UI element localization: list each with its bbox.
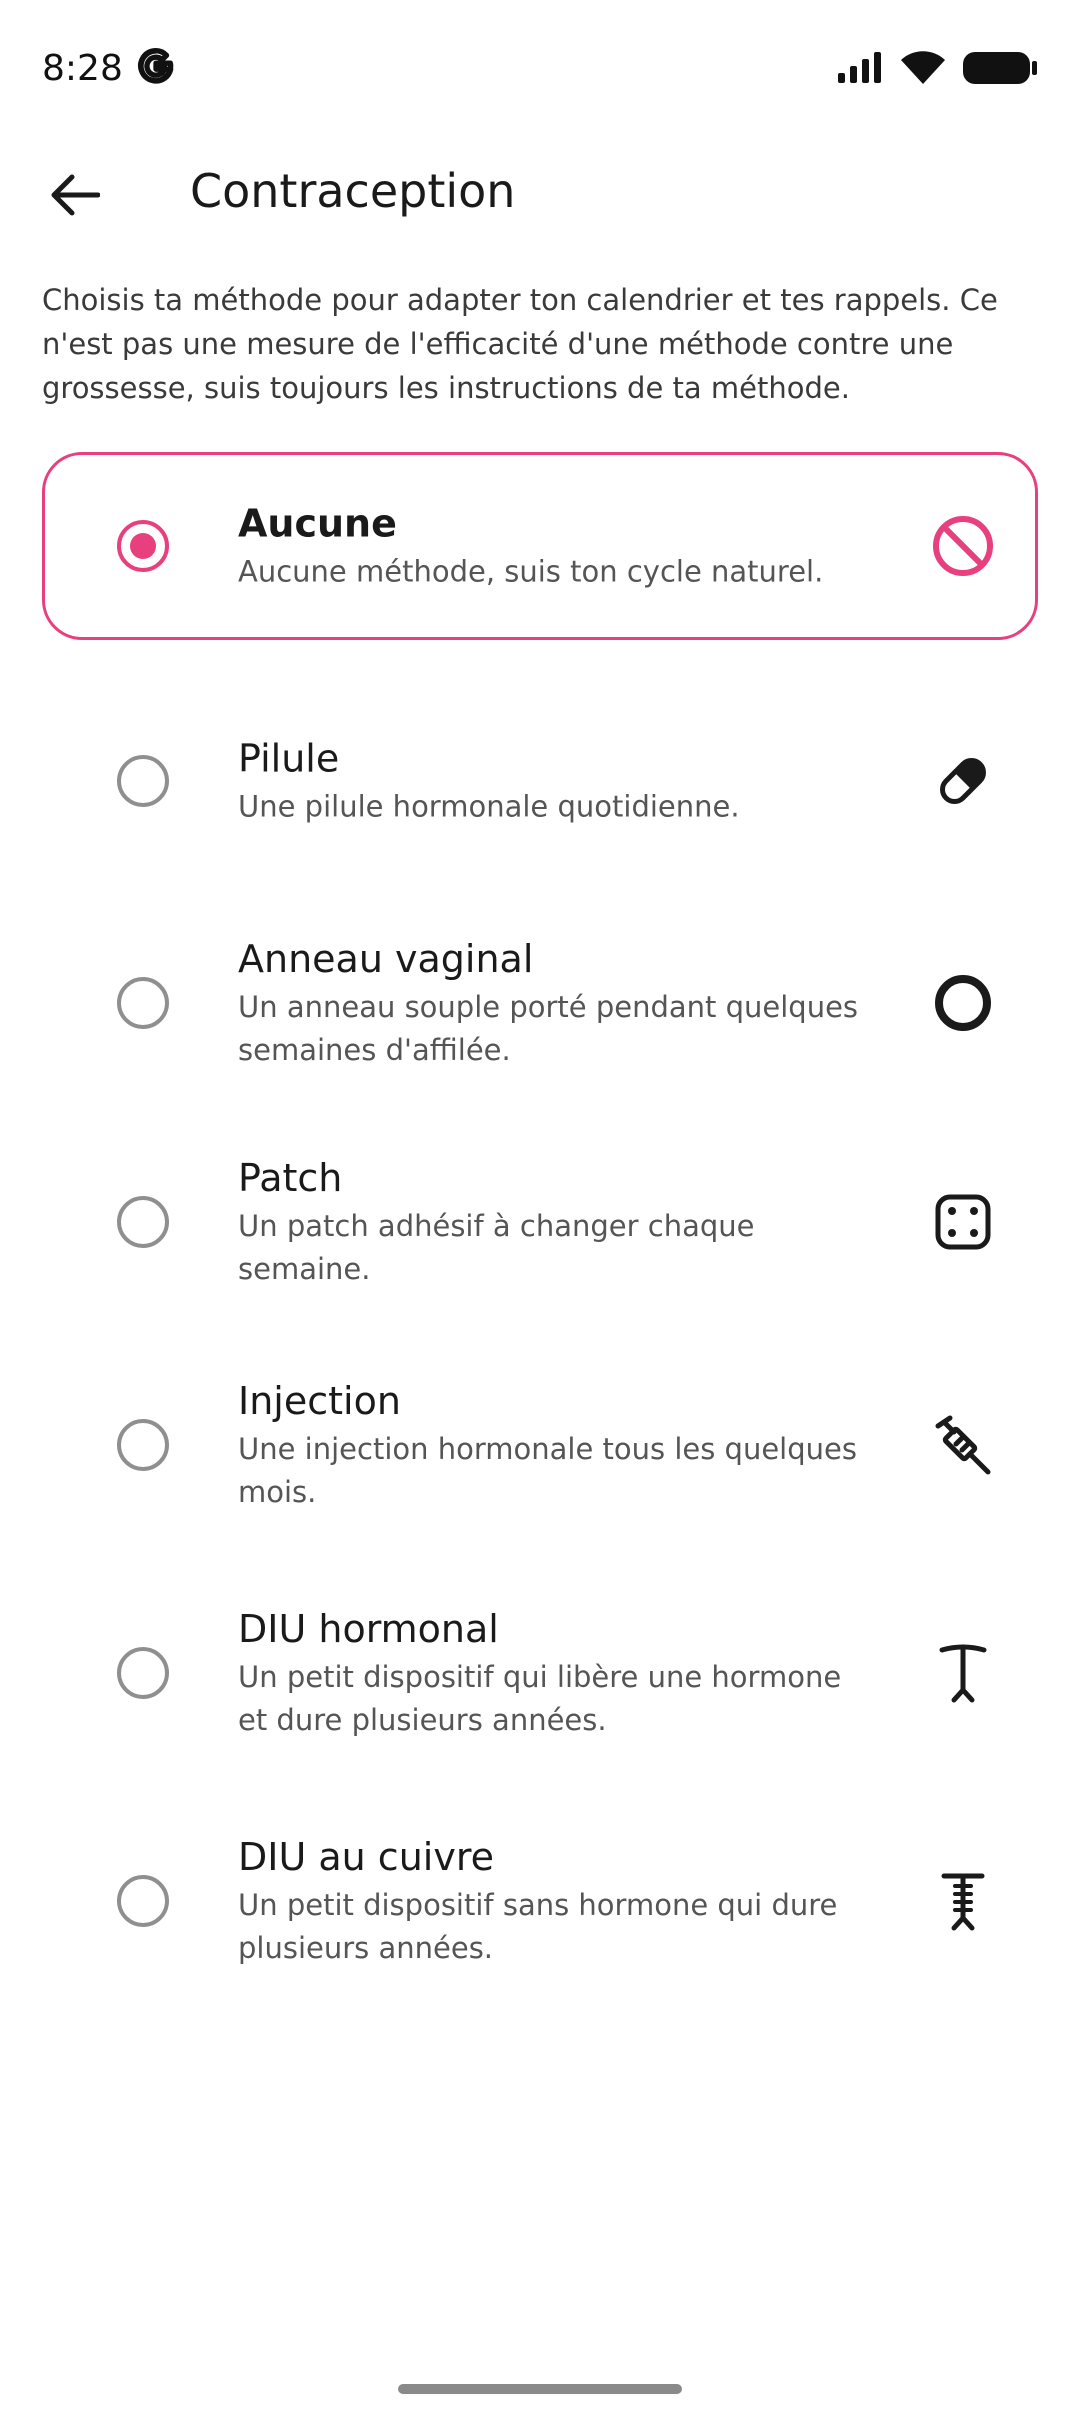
pill-icon bbox=[931, 749, 995, 813]
radio-button[interactable] bbox=[117, 1875, 169, 1927]
option-patch[interactable]: Patch Un patch adhésif à changer chaque … bbox=[42, 1122, 1038, 1322]
app-bar: Contraception bbox=[0, 140, 1080, 250]
option-aucune[interactable]: Aucune Aucune méthode, suis ton cycle na… bbox=[42, 452, 1038, 640]
syringe-icon bbox=[931, 1413, 995, 1477]
google-icon bbox=[136, 46, 176, 90]
option-subtitle: Une pilule hormonale quotidienne. bbox=[238, 789, 740, 824]
option-diu-hormonal[interactable]: DIU hormonal Un petit dispositif qui lib… bbox=[42, 1566, 1038, 1780]
radio-button[interactable] bbox=[117, 1419, 169, 1471]
option-title: DIU au cuivre bbox=[238, 1835, 494, 1879]
option-title: DIU hormonal bbox=[238, 1607, 499, 1651]
page-title: Contraception bbox=[190, 164, 516, 218]
signal-icon bbox=[836, 51, 884, 89]
wifi-icon bbox=[900, 50, 946, 90]
copper-iud-icon bbox=[931, 1869, 995, 1933]
radio-button[interactable] bbox=[117, 1647, 169, 1699]
option-title: Aucune bbox=[238, 501, 397, 546]
option-diu-au-cuivre[interactable]: DIU au cuivre Un petit dispositif sans h… bbox=[42, 1794, 1038, 2008]
option-subtitle: Un petit dispositif qui libère une hormo… bbox=[238, 1660, 842, 1737]
radio-button[interactable] bbox=[117, 755, 169, 807]
option-title: Anneau vaginal bbox=[238, 937, 534, 981]
back-button[interactable] bbox=[30, 158, 120, 232]
radio-button[interactable] bbox=[117, 1196, 169, 1248]
status-bar: 8:28 bbox=[0, 0, 1080, 140]
option-title: Injection bbox=[238, 1379, 401, 1423]
ring-icon bbox=[931, 971, 995, 1035]
status-time: 8:28 bbox=[42, 48, 123, 89]
option-anneau-vaginal[interactable]: Anneau vaginal Un anneau souple porté pe… bbox=[42, 898, 1038, 1108]
option-subtitle: Un anneau souple porté pendant quelques … bbox=[238, 990, 859, 1067]
radio-button[interactable] bbox=[117, 977, 169, 1029]
option-title: Patch bbox=[238, 1156, 343, 1200]
no-sign-icon bbox=[931, 514, 995, 578]
home-indicator[interactable] bbox=[398, 2384, 682, 2394]
option-subtitle: Aucune méthode, suis ton cycle naturel. bbox=[238, 554, 824, 589]
method-list: Aucune Aucune méthode, suis ton cycle na… bbox=[42, 452, 1038, 2042]
radio-button-selected[interactable] bbox=[117, 520, 169, 572]
status-icons bbox=[836, 50, 1038, 90]
hormonal-iud-icon bbox=[931, 1641, 995, 1705]
option-subtitle: Un patch adhésif à changer chaque semain… bbox=[238, 1209, 755, 1286]
arrow-left-icon bbox=[51, 174, 100, 216]
option-title: Pilule bbox=[238, 736, 340, 781]
description-text: Choisis ta méthode pour adapter ton cale… bbox=[42, 283, 998, 405]
option-subtitle: Une injection hormonale tous les quelque… bbox=[238, 1432, 857, 1509]
option-pilule[interactable]: Pilule Une pilule hormonale quotidienne. bbox=[42, 674, 1038, 888]
option-subtitle: Un petit dispositif sans hormone qui dur… bbox=[238, 1888, 838, 1965]
battery-icon bbox=[962, 50, 1038, 90]
option-injection[interactable]: Injection Une injection hormonale tous l… bbox=[42, 1336, 1038, 1554]
patch-icon bbox=[931, 1190, 995, 1254]
